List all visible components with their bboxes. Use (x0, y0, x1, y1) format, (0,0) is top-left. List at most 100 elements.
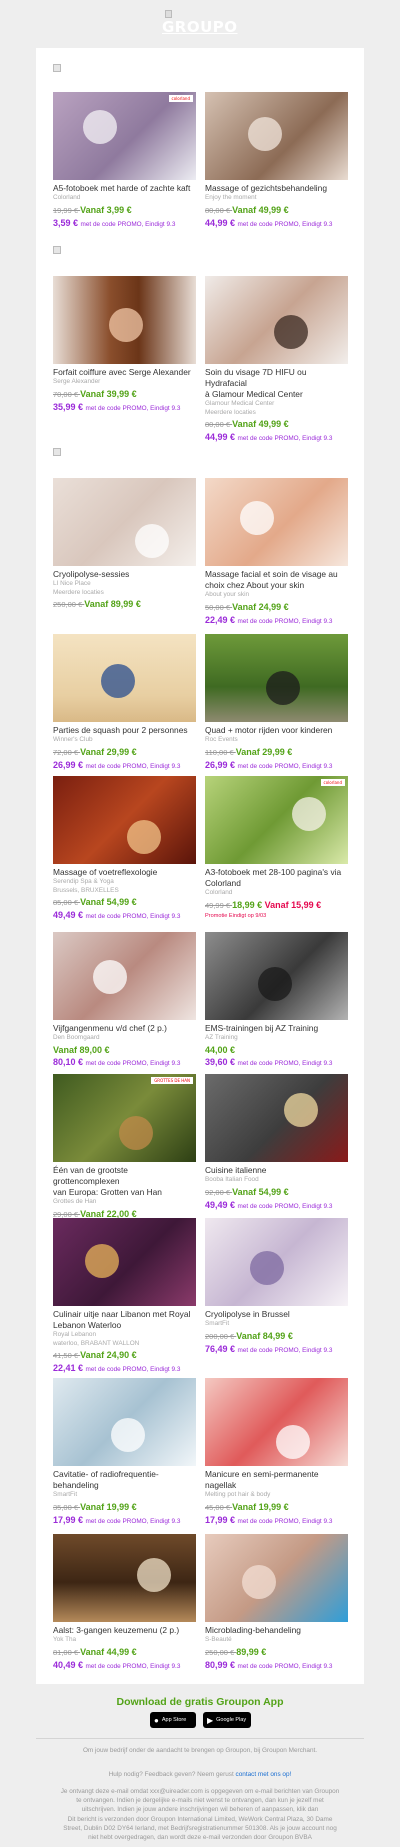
promo-price: 39,60 € (205, 1056, 238, 1067)
deal-title-line: choix chez About your skin (205, 580, 305, 590)
deal-title[interactable]: A3-fotoboek met 28-100 pagina's via Color… (205, 867, 348, 889)
deal-card[interactable]: Aalst: 3-gangen keuzemenu (2 p.) Yok Tha 8… (53, 1534, 196, 1673)
deal-image[interactable] (53, 932, 196, 1020)
deal-title[interactable]: Microblading-behandeling (205, 1625, 348, 1636)
deal-image[interactable]: colorland (205, 776, 348, 864)
deal-merchant: Winner's Club (53, 736, 93, 743)
deal-image[interactable] (53, 634, 196, 722)
deal-card[interactable]: Cryolipolyse in Brussel SmartFit 200,00 € … (205, 1218, 348, 1357)
deal-card[interactable]: Vijfgangenmenu v/d chef (2 p.) Den Boomga… (53, 932, 196, 1070)
deal-image[interactable] (205, 276, 348, 364)
deal-card[interactable]: Forfait coiffure avec Serge Alexander Ser… (53, 276, 196, 415)
deal-card[interactable]: GROTTES DE HAN Één van de grootste grotte… (53, 1074, 196, 1221)
deal-image[interactable] (53, 478, 196, 566)
promo-code-text: met de code PROMO, Eindigt 9.3 (237, 762, 333, 770)
footer-help-text: Hulp nodig? Feedback geven? Neem gerust (108, 1771, 234, 1778)
deal-title[interactable]: Quad + motor rijden voor kinderen (205, 725, 348, 736)
deal-image[interactable] (205, 1378, 348, 1466)
deal-title[interactable]: Culinair uitje naar Libanon met Royal Leb… (53, 1309, 196, 1331)
deal-image[interactable] (205, 92, 348, 180)
deal-price: 72,00 € Vanaf 29,99 € (53, 746, 196, 759)
deal-title[interactable]: Aalst: 3-gangen keuzemenu (2 p.) (53, 1625, 196, 1636)
sale-price: 18,99 € (232, 899, 263, 910)
deal-card[interactable]: Manicure en semi-permanente nagellak Melti… (205, 1378, 348, 1528)
promo-row: 17,99 € met de code PROMO, Eindigt 9.3 (205, 1514, 348, 1528)
deal-title[interactable]: Parties de squash pour 2 personnes (53, 725, 196, 736)
deal-title[interactable]: EMS-trainingen bij AZ Training (205, 1023, 348, 1034)
deal-image[interactable] (53, 1218, 196, 1306)
deal-price: 250,00 € Vanaf 89,99 € (53, 598, 196, 611)
deal-card[interactable]: Cryolipolyse-sessies LI Nice Place Meerder… (53, 478, 196, 611)
deal-title[interactable]: Massage of voetreflexologie (53, 867, 196, 878)
deal-title[interactable]: Cryolipolyse-sessies (53, 569, 196, 580)
deal-title[interactable]: Soin du visage 7D HIFU ou Hydrafacial à G… (205, 367, 348, 400)
deal-price: 85,00 € Vanaf 54,99 € (53, 896, 196, 909)
deal-title[interactable]: Massage of gezichtsbehandeling (205, 183, 348, 194)
original-price: 19,99 € (53, 205, 81, 215)
deal-image[interactable] (53, 276, 196, 364)
deal-title[interactable]: Cavitatie- of radiofrequentie-behandelin… (53, 1469, 196, 1491)
promo-price: 49,49 € (53, 910, 86, 920)
deal-image[interactable] (53, 776, 196, 864)
app-download-title[interactable]: Download de gratis Groupon App (0, 1696, 400, 1708)
deal-card[interactable]: Massage of voetreflexologie Serendip Spa … (53, 776, 196, 923)
brand-tag: GROTTES DE HAN (151, 1077, 193, 1084)
deal-image[interactable] (205, 1534, 348, 1622)
deal-card[interactable]: Cuisine italienne Booba Italian Food 92,00… (205, 1074, 348, 1213)
deal-image[interactable] (205, 1074, 348, 1162)
promo-price: 44,99 € (205, 432, 238, 442)
google-play-button[interactable]: ▶ Google Play (203, 1712, 251, 1728)
broken-image-icon (165, 10, 172, 18)
groupon-logo[interactable]: GROUPO (162, 18, 238, 36)
promo-price: 40,49 € (53, 1659, 86, 1670)
promo-code-text: met de code PROMO, Eindigt 9.3 (237, 435, 333, 442)
deal-title[interactable]: A5-fotoboek met harde of zachte kaft (53, 183, 196, 194)
deal-image[interactable] (53, 1534, 196, 1622)
deal-card[interactable]: colorland A3-fotoboek met 28-100 pagina's… (205, 776, 348, 921)
deal-title-line: Manicure en semi-permanente (205, 1469, 319, 1479)
sale-price: 89,99 € (236, 1646, 267, 1657)
promo-row: 22,41 € met de code PROMO, Eindigt 9.3 (53, 1362, 196, 1376)
deal-card[interactable]: Massage of gezichtsbehandeling Enjoy the … (205, 92, 348, 231)
deal-merchant: Colorland (53, 194, 81, 201)
deal-image[interactable]: GROTTES DE HAN (53, 1074, 196, 1162)
deal-card[interactable]: Soin du visage 7D HIFU ou Hydrafacial à G… (205, 276, 348, 445)
deal-title[interactable]: Cryolipolyse in Brussel (205, 1309, 348, 1320)
deal-card[interactable]: Massage facial et soin de visage au choix… (205, 478, 348, 628)
deal-image[interactable] (205, 1218, 348, 1306)
deal-card[interactable]: Culinair uitje naar Libanon met Royal Leb… (53, 1218, 196, 1376)
sale-price: Vanaf 3,99 € (80, 204, 132, 215)
deal-image[interactable] (205, 932, 348, 1020)
app-store-button[interactable]: ● App Store (150, 1712, 196, 1728)
image-highlight (127, 820, 161, 854)
deal-title[interactable]: Massage facial et soin de visage au choix… (205, 569, 348, 591)
deal-title[interactable]: Forfait coiffure avec Serge Alexander (53, 367, 196, 378)
deal-price: 250,00 € 89,99 € (205, 1646, 348, 1659)
deal-card[interactable]: Parties de squash pour 2 personnes Winner… (53, 634, 196, 773)
deal-title[interactable]: Één van de grootste grottencomplexen van … (53, 1165, 196, 1198)
deal-title-line: Quad + motor rijden voor kinderen (205, 725, 333, 735)
deal-image[interactable] (205, 478, 348, 566)
deal-title[interactable]: Cuisine italienne (205, 1165, 348, 1176)
deal-title-line: Parties de squash pour 2 personnes (53, 725, 188, 735)
deal-title-line: Één van de grootste grottencomplexen (53, 1165, 128, 1186)
deal-title[interactable]: Manicure en semi-permanente nagellak (205, 1469, 348, 1491)
deal-card[interactable]: EMS-trainingen bij AZ Training AZ Trainin… (205, 932, 348, 1070)
deal-card[interactable]: colorland A5-fotoboek met harde of zachte… (53, 92, 196, 231)
contact-link[interactable]: contact met ons op! (236, 1771, 292, 1778)
image-highlight (276, 1425, 310, 1459)
google-play-label: Google Play (216, 1717, 247, 1723)
deal-title-line: Culinair uitje naar Libanon met Royal (53, 1309, 191, 1319)
promo-code-text: met de code PROMO, Eindigt 9.3 (85, 913, 181, 920)
sale-price: Vanaf 22,00 € (80, 1208, 137, 1219)
deal-card[interactable]: Microblading-behandeling S-Beauté 250,00 €… (205, 1534, 348, 1673)
deal-title[interactable]: Vijfgangenmenu v/d chef (2 p.) (53, 1023, 196, 1034)
deal-image[interactable]: colorland (53, 92, 196, 180)
deal-price: 92,00 € Vanaf 54,99 € (205, 1186, 348, 1199)
promo-code-text: met de code PROMO, Eindigt 9.3 (85, 1059, 181, 1067)
deal-card[interactable]: Cavitatie- of radiofrequentie-behandelin… (53, 1378, 196, 1528)
deal-image[interactable] (205, 634, 348, 722)
promo-price: 26,99 € (53, 759, 86, 770)
deal-card[interactable]: Quad + motor rijden voor kinderen Roc Eve… (205, 634, 348, 773)
deal-image[interactable] (53, 1378, 196, 1466)
